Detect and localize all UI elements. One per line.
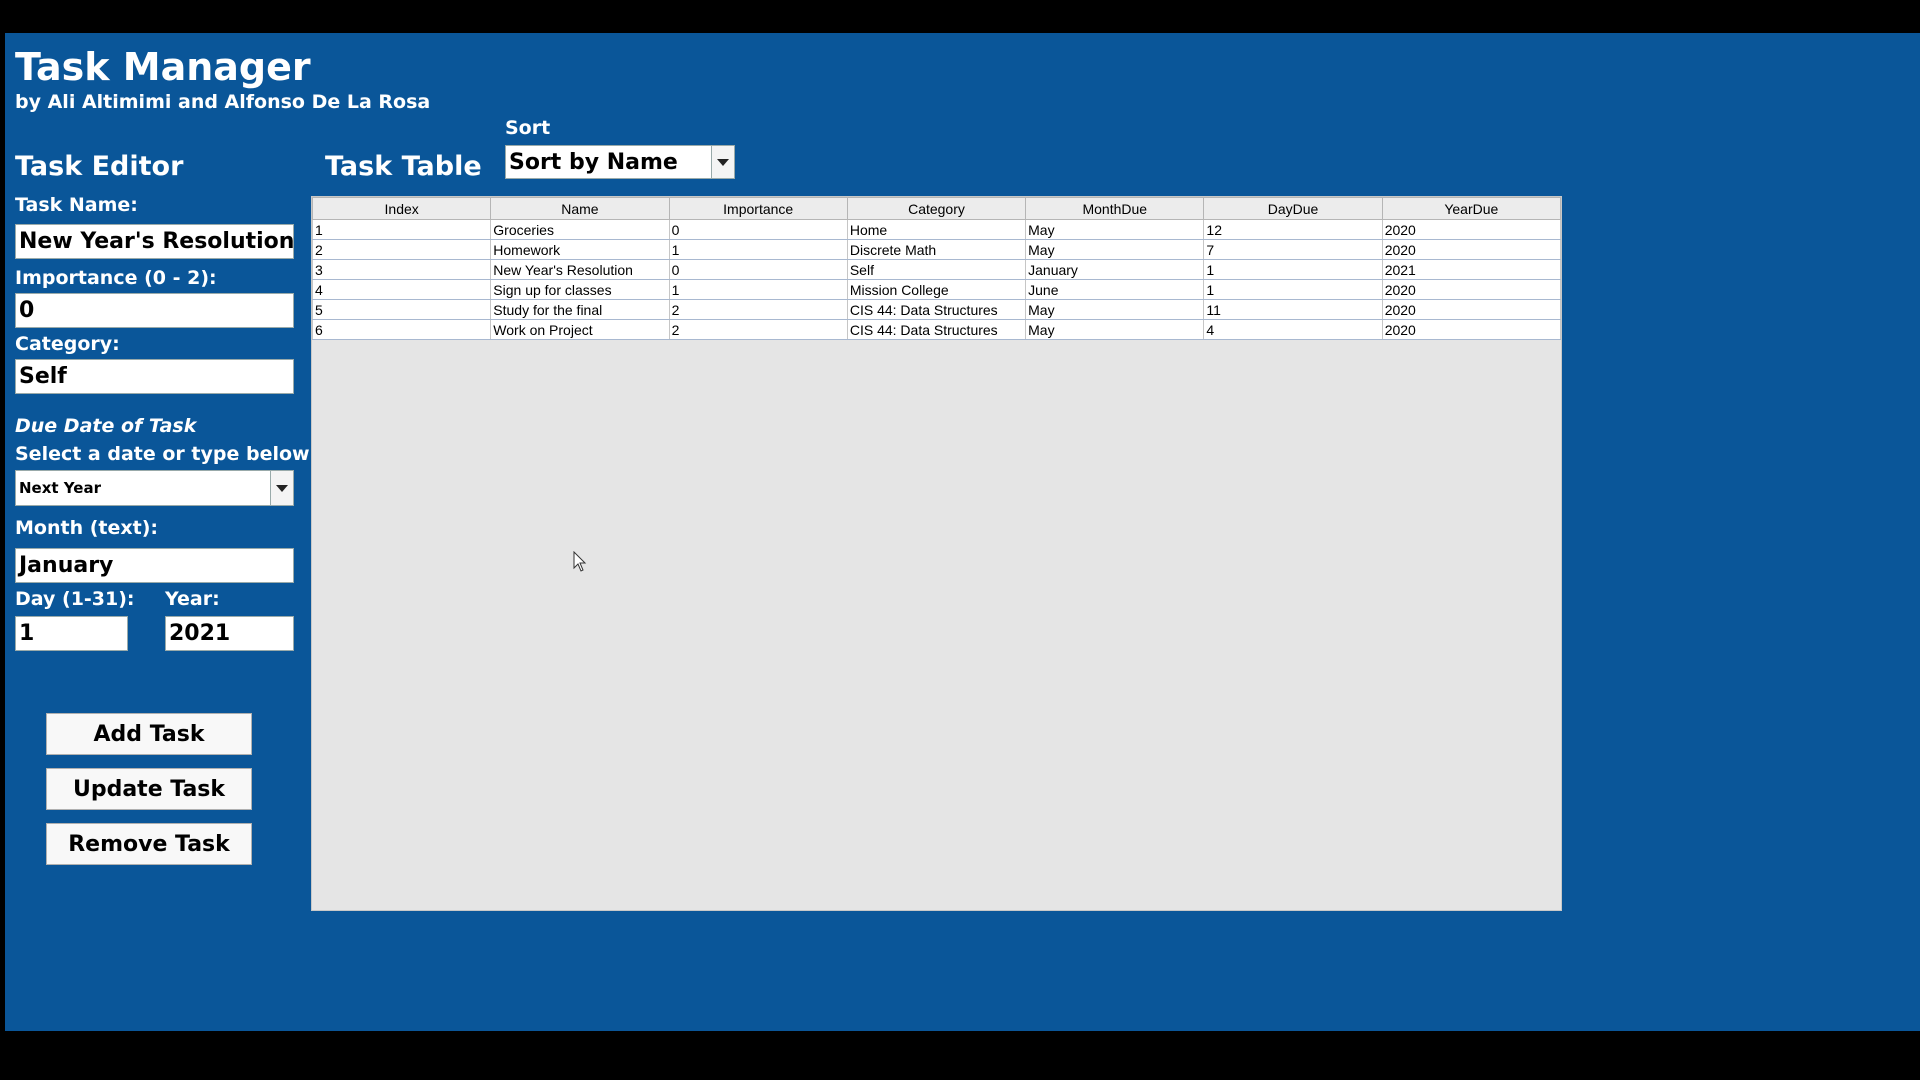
remove-task-button[interactable]: Remove Task	[46, 823, 252, 865]
table-cell[interactable]: Study for the final	[490, 299, 670, 320]
table-row[interactable]: 3 New Year's Resolution 0 Self January 1…	[311, 259, 1562, 280]
table-cell[interactable]: Sign up for classes	[490, 279, 670, 300]
table-cell[interactable]: 3	[311, 259, 492, 280]
column-header-yeardue[interactable]: YearDue	[1381, 197, 1562, 220]
table-cell[interactable]: 2	[311, 239, 492, 260]
table-cell[interactable]: 1	[1203, 259, 1383, 280]
table-cell[interactable]: May	[1025, 239, 1205, 260]
table-cell[interactable]: May	[1025, 219, 1205, 240]
year-field[interactable]: 2021	[165, 616, 294, 651]
sort-value: Sort by Name	[509, 149, 678, 175]
table-cell[interactable]: 7	[1203, 239, 1383, 260]
table-cell[interactable]: 2021	[1381, 259, 1562, 280]
table-cell[interactable]: New Year's Resolution	[490, 259, 670, 280]
column-header-monthdue[interactable]: MonthDue	[1025, 197, 1205, 220]
table-cell[interactable]: 1	[668, 279, 848, 300]
month-field[interactable]: January	[15, 548, 294, 583]
task-name-label: Task Name:	[15, 194, 138, 216]
column-header-index[interactable]: Index	[311, 197, 492, 220]
table-cell[interactable]: 2	[668, 299, 848, 320]
importance-label: Importance (0 - 2):	[15, 267, 217, 289]
chevron-down-icon[interactable]	[270, 471, 293, 505]
task-table: Index Name Importance Category MonthDue …	[311, 197, 1562, 340]
task-name-field[interactable]: New Year's Resolution	[15, 224, 294, 259]
table-row[interactable]: 5 Study for the final 2 CIS 44: Data Str…	[311, 299, 1562, 320]
day-label: Day (1-31):	[15, 588, 135, 610]
app-title: Task Manager	[15, 45, 311, 89]
due-date-heading: Due Date of Task	[15, 415, 197, 437]
table-cell[interactable]: 2020	[1381, 299, 1562, 320]
table-cell[interactable]: June	[1025, 279, 1205, 300]
table-cell[interactable]: 2020	[1381, 219, 1562, 240]
table-row[interactable]: 4 Sign up for classes 1 Mission College …	[311, 279, 1562, 300]
column-header-category[interactable]: Category	[846, 197, 1027, 220]
table-cell[interactable]: Groceries	[490, 219, 670, 240]
column-header-name[interactable]: Name	[490, 197, 670, 220]
task-manager-window: Task Manager by Ali Altimimi and Alfonso…	[5, 33, 1920, 1031]
table-cell[interactable]: Discrete Math	[846, 239, 1027, 260]
table-cell[interactable]: CIS 44: Data Structures	[846, 299, 1027, 320]
table-cell[interactable]: 2020	[1381, 239, 1562, 260]
task-table-container[interactable]: Index Name Importance Category MonthDue …	[311, 196, 1562, 911]
app-subtitle: by Ali Altimimi and Alfonso De La Rosa	[15, 91, 431, 113]
table-cell[interactable]: 4	[1203, 319, 1383, 340]
date-preset-dropdown[interactable]: Next Year	[15, 470, 294, 506]
year-label: Year:	[165, 588, 220, 610]
importance-field[interactable]: 0	[15, 293, 294, 328]
task-table-heading: Task Table	[325, 151, 482, 182]
date-preset-value: Next Year	[19, 479, 101, 497]
table-cell[interactable]: May	[1025, 319, 1205, 340]
table-cell[interactable]: Work on Project	[490, 319, 670, 340]
sort-dropdown[interactable]: Sort by Name	[505, 145, 735, 179]
table-cell[interactable]: January	[1025, 259, 1205, 280]
month-label: Month (text):	[15, 517, 158, 539]
table-cell[interactable]: 12	[1203, 219, 1383, 240]
table-cell[interactable]: Self	[846, 259, 1027, 280]
update-task-button[interactable]: Update Task	[46, 768, 252, 810]
table-cell[interactable]: 4	[311, 279, 492, 300]
day-field[interactable]: 1	[15, 616, 128, 651]
category-label: Category:	[15, 333, 120, 355]
table-cell[interactable]: May	[1025, 299, 1205, 320]
table-cell[interactable]: 2020	[1381, 279, 1562, 300]
table-cell[interactable]: 0	[668, 259, 848, 280]
table-header-row: Index Name Importance Category MonthDue …	[311, 197, 1562, 220]
table-cell[interactable]: 1	[668, 239, 848, 260]
table-cell[interactable]: 6	[311, 319, 492, 340]
table-row[interactable]: 2 Homework 1 Discrete Math May 7 2020	[311, 239, 1562, 260]
table-cell[interactable]: 0	[668, 219, 848, 240]
table-cell[interactable]: 2020	[1381, 319, 1562, 340]
sort-label: Sort	[505, 117, 551, 139]
table-cell[interactable]: Homework	[490, 239, 670, 260]
table-cell[interactable]: Mission College	[846, 279, 1027, 300]
add-task-button[interactable]: Add Task	[46, 713, 252, 755]
table-row[interactable]: 1 Groceries 0 Home May 12 2020	[311, 219, 1562, 240]
mouse-cursor-icon	[573, 551, 587, 572]
column-header-daydue[interactable]: DayDue	[1203, 197, 1383, 220]
category-field[interactable]: Self	[15, 359, 294, 394]
table-cell[interactable]: 2	[668, 319, 848, 340]
chevron-down-icon[interactable]	[711, 146, 734, 178]
table-cell[interactable]: 11	[1203, 299, 1383, 320]
table-cell[interactable]: 1	[311, 219, 492, 240]
table-cell[interactable]: Home	[846, 219, 1027, 240]
task-editor-heading: Task Editor	[15, 151, 184, 182]
table-cell[interactable]: 1	[1203, 279, 1383, 300]
table-cell[interactable]: 5	[311, 299, 492, 320]
select-date-label: Select a date or type below:	[15, 443, 318, 465]
column-header-importance[interactable]: Importance	[668, 197, 848, 220]
table-row[interactable]: 6 Work on Project 2 CIS 44: Data Structu…	[311, 319, 1562, 340]
table-cell[interactable]: CIS 44: Data Structures	[846, 319, 1027, 340]
